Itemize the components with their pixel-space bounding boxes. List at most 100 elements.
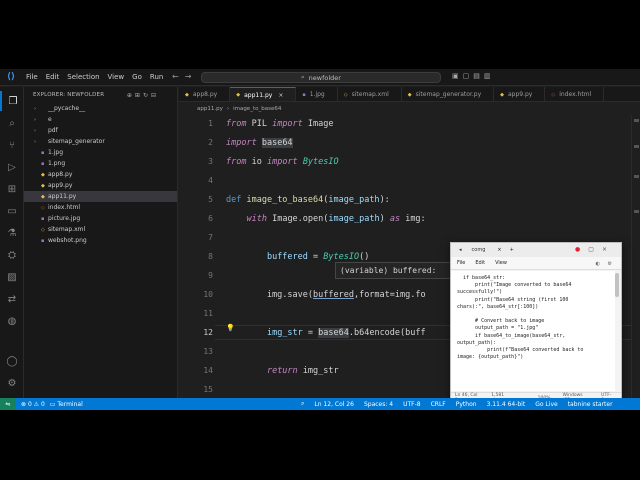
notepad-text-area[interactable]: if base64_str: print("Image converted to… (451, 271, 615, 391)
notepad-new-tab-icon[interactable]: + (510, 247, 514, 253)
file-item[interactable]: ◇ index.html (24, 202, 177, 213)
explorer-icon[interactable]: ❐ (0, 91, 24, 111)
folder-item[interactable]: › __pycache__ (24, 103, 177, 114)
file-item[interactable]: ▪ webshot.png (24, 235, 177, 246)
code-line[interactable]: def image_to_base64(image_path): (226, 195, 390, 205)
extensions-icon[interactable]: ⊞ (0, 179, 24, 199)
folder-item[interactable]: › sitemap_generator (24, 136, 177, 147)
cursor-position[interactable]: Ln 12, Col 26 (314, 401, 354, 408)
scrollbar-marker (634, 145, 639, 148)
line-number: 15 (203, 385, 213, 394)
ai-chat-icon[interactable]: ◍ (0, 311, 24, 331)
explorer-actions[interactable]: ⊕⊞↻⊟ (127, 92, 159, 99)
notepad-back-icon[interactable]: ◂ (459, 247, 462, 253)
notepad-window-controls[interactable]: ●▢× (575, 246, 615, 253)
code-line[interactable]: from io import BytesIO (226, 157, 339, 167)
menu-file[interactable]: File (22, 73, 42, 81)
settings-gear-icon[interactable]: ⚙ (0, 373, 24, 393)
code-token: = (302, 328, 319, 338)
file-item[interactable]: ▪ 1.jpg (24, 147, 177, 158)
file-item[interactable]: ◇ sitemap.xml (24, 224, 177, 235)
run-debug-icon[interactable]: ▷ (0, 157, 24, 177)
chevron-right-icon: › (34, 116, 36, 123)
file-type-icon: ◆ (41, 193, 45, 200)
code-token: import (266, 157, 298, 167)
testing-icon[interactable]: ⚗ (0, 223, 24, 243)
lightbulb-icon[interactable]: 💡 (226, 324, 235, 332)
encoding[interactable]: UTF-8 (403, 401, 421, 408)
code-line[interactable]: return img_str (226, 366, 339, 376)
file-item[interactable]: ▪ picture.jpg (24, 213, 177, 224)
editor-tab[interactable]: ▪ 1.jpg (296, 87, 338, 101)
editor-tab[interactable]: ◆ app8.py (179, 87, 231, 101)
file-item[interactable]: ◆ app9.py (24, 180, 177, 191)
problems-indicator[interactable]: ⊗ 0 ⚠ 0 (21, 401, 45, 408)
terminal-button[interactable]: ▭ Terminal (50, 401, 83, 408)
notepad-menu-view[interactable]: View (495, 260, 507, 266)
file-label: app11.py (48, 193, 77, 200)
editor-tab[interactable]: ◆ sitemap_generator.py (402, 87, 495, 101)
code-line[interactable]: buffered = BytesIO() (226, 252, 369, 262)
command-center-search[interactable]: ⌕ newfolder (201, 72, 441, 83)
remote-indicator-icon[interactable]: ⇋ (0, 398, 16, 410)
notepad-close-tab-icon[interactable]: × (497, 247, 501, 253)
menu-selection[interactable]: Selection (63, 73, 103, 81)
notepad-scrollbar[interactable] (615, 273, 619, 297)
scrollbar-marker (634, 119, 639, 122)
notepad-menu-edit[interactable]: Edit (475, 260, 485, 266)
folder-item[interactable]: › e (24, 114, 177, 125)
code-token: BytesIO (323, 252, 360, 262)
file-type-icon: ◆ (236, 92, 241, 98)
file-type-icon: ◇ (41, 204, 45, 211)
folder-item[interactable]: › pdf (24, 125, 177, 136)
code-line[interactable]: from PIL import Image (226, 119, 334, 129)
notepad-tab-title[interactable]: comg (472, 247, 486, 253)
code-token: from (226, 157, 247, 167)
file-item[interactable]: ◆ app8.py (24, 169, 177, 180)
close-tab-icon[interactable]: × (278, 92, 283, 99)
code-token: from (226, 119, 247, 129)
editor-scrollbar[interactable] (631, 115, 640, 398)
indentation[interactable]: Spaces: 4 (364, 401, 393, 408)
code-token: buffered (266, 252, 308, 262)
code-line[interactable]: with Image.open(image_path) as img: (226, 214, 425, 224)
code-token: ) (379, 214, 390, 224)
menu-run[interactable]: Run (146, 73, 167, 81)
notepad-toolbar-icons[interactable]: ◐ ⚙ (596, 261, 615, 267)
preview-icon[interactable]: ▨ (0, 267, 24, 287)
code-line[interactable]: img.save(buffered,format=img.fo (226, 290, 426, 300)
menu-go[interactable]: Go (128, 73, 146, 81)
account-icon[interactable]: ◯ (0, 351, 24, 371)
search-icon[interactable]: ⌕ (0, 113, 24, 133)
file-item[interactable]: ▪ 1.png (24, 158, 177, 169)
editor-tab[interactable]: ◇ sitemap.xml (338, 87, 402, 101)
nav-arrows[interactable]: ←→ (172, 72, 197, 81)
file-item[interactable]: ◆ app11.py (24, 191, 177, 202)
editor-tab[interactable]: ◆ app9.py (494, 87, 546, 101)
breadcrumb-file[interactable]: app11.py (197, 106, 223, 112)
code-line[interactable]: import base64 (226, 138, 293, 148)
menu-edit[interactable]: Edit (42, 73, 64, 81)
code-line[interactable]: img_str = base64.b64encode(buff (226, 328, 426, 338)
chevron-right-icon: › (34, 138, 36, 145)
notepad-menu-file[interactable]: File (457, 260, 465, 266)
remote-explorer-icon[interactable]: ▭ (0, 201, 24, 221)
editor-tab[interactable]: ◇ index.html (545, 87, 605, 101)
layout-icons[interactable]: ▣▢▤▥ (452, 72, 494, 80)
file-label: app8.py (48, 171, 73, 178)
python-interpreter[interactable]: 3.11.4 64-bit (487, 401, 526, 408)
notepad-titlebar: ◂ comg × + ●▢× (451, 243, 621, 257)
zoom-icon[interactable]: ⌕ (301, 400, 304, 408)
live-share-icon[interactable]: ⇄ (0, 289, 24, 309)
docker-icon[interactable]: ⛭ (0, 245, 24, 265)
line-ending[interactable]: CRLF (431, 401, 446, 408)
source-control-icon[interactable]: ⑂ (0, 135, 24, 155)
menu-view[interactable]: View (104, 73, 129, 81)
editor-tab[interactable]: ◆ app11.py × (230, 87, 297, 101)
file-type-icon: ▪ (41, 237, 45, 244)
tabnine-status[interactable]: tabnine starter (568, 401, 613, 408)
language-mode[interactable]: Python (456, 401, 477, 408)
go-live-button[interactable]: Go Live (535, 401, 557, 408)
breadcrumb-symbol[interactable]: image_to_base64 (233, 106, 281, 112)
